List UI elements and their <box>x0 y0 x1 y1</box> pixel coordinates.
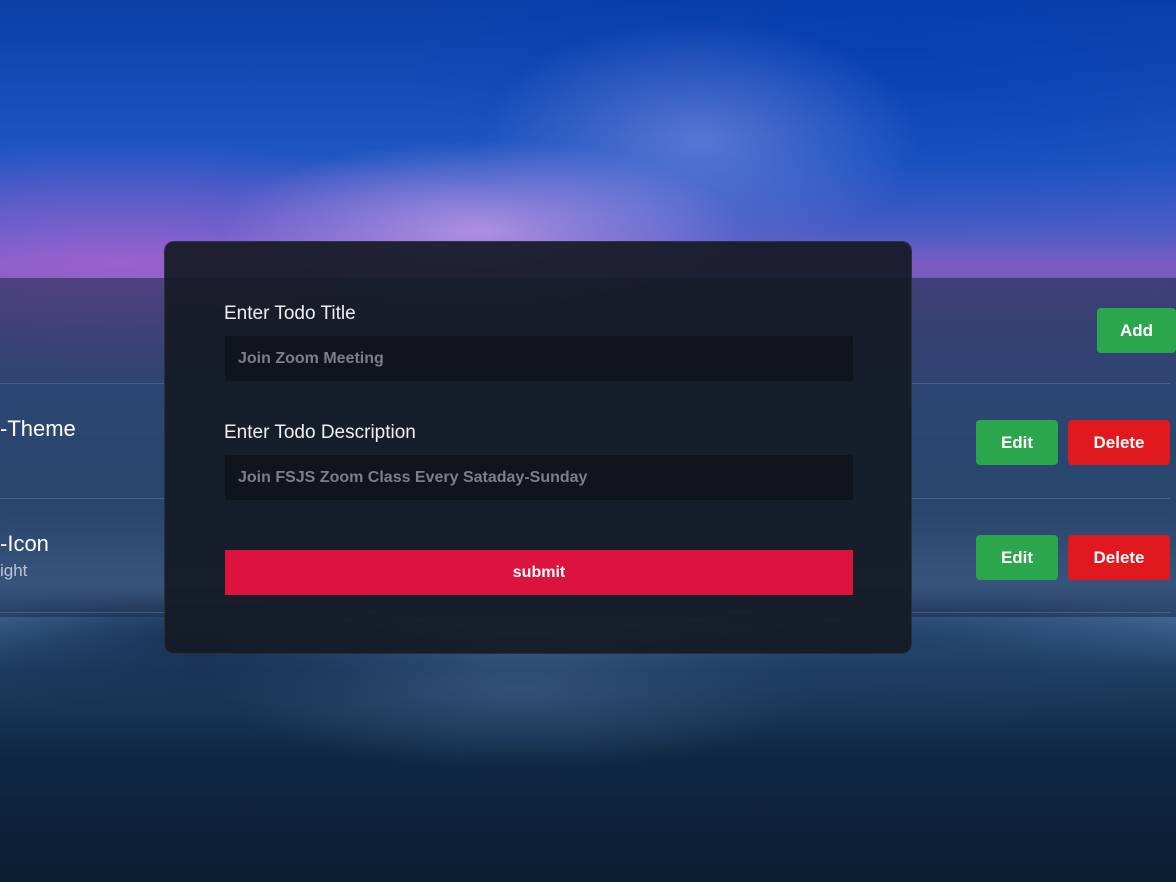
todo-title-input[interactable] <box>225 336 853 381</box>
delete-todo-button[interactable]: Delete <box>1068 420 1170 465</box>
edit-todo-button[interactable]: Edit <box>976 535 1058 580</box>
submit-button[interactable]: submit <box>225 550 853 595</box>
todo-description-input[interactable] <box>225 455 853 500</box>
todo-item-title: -Icon <box>0 531 49 556</box>
todo-description-label: Enter Todo Description <box>224 422 416 443</box>
todo-item-title: -Theme <box>0 416 76 441</box>
delete-todo-button[interactable]: Delete <box>1068 535 1170 580</box>
todo-item-description: ight <box>0 561 28 580</box>
todo-title-label: Enter Todo Title <box>224 303 356 324</box>
add-todo-button[interactable]: Add <box>1097 308 1176 353</box>
edit-todo-button[interactable]: Edit <box>976 420 1058 465</box>
add-todo-modal: Enter Todo Title Enter Todo Description … <box>164 241 912 654</box>
